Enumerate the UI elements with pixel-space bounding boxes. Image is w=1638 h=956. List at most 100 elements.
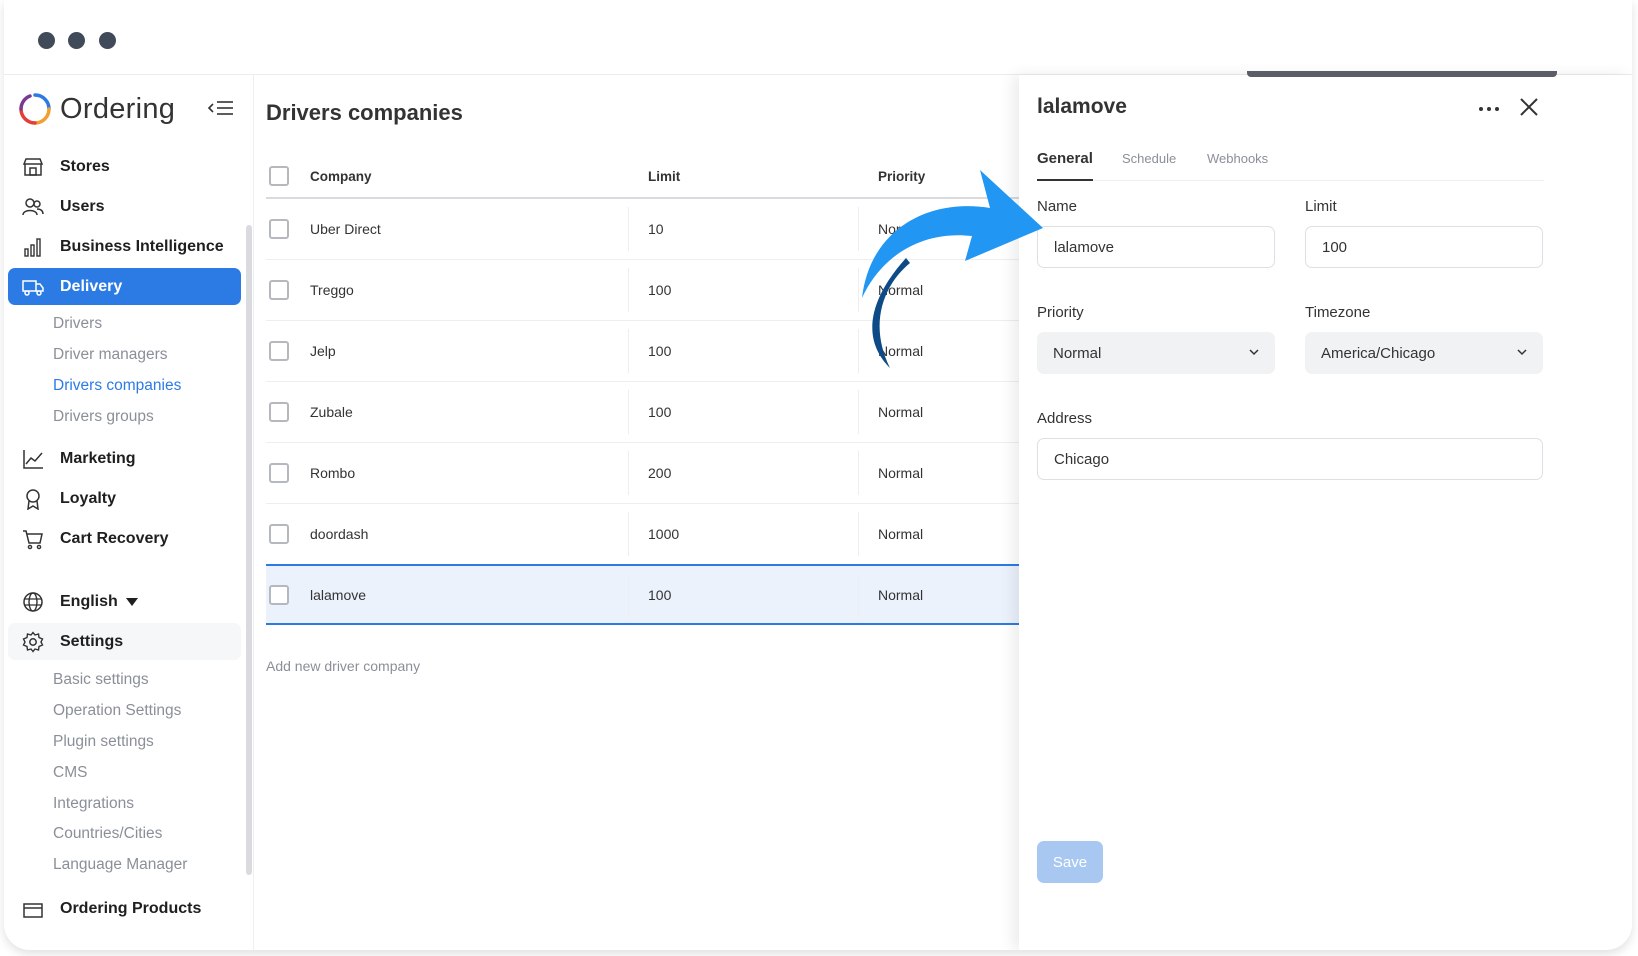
- ordering-logo-icon: [19, 93, 51, 125]
- store-icon: [22, 156, 44, 178]
- sidebar-subitem-drivers-companies[interactable]: Drivers companies: [53, 377, 181, 395]
- sidebar-item-label: Marketing: [60, 449, 136, 467]
- cart-icon: [22, 528, 44, 550]
- cell-company: Zubale: [310, 404, 353, 420]
- tab-general[interactable]: General: [1037, 150, 1093, 167]
- cell-company: doordash: [310, 526, 369, 542]
- cell-company: Jelp: [310, 343, 336, 359]
- column-divider: [858, 390, 859, 434]
- sidebar-subitem-integrations[interactable]: Integrations: [53, 795, 134, 813]
- language-selector[interactable]: English: [8, 583, 241, 620]
- sidebar-item-marketing[interactable]: Marketing: [8, 440, 241, 477]
- tab-webhooks[interactable]: Webhooks: [1207, 151, 1268, 166]
- column-divider: [858, 268, 859, 312]
- sidebar: Ordering Stores Users Business Intellige…: [4, 75, 254, 950]
- column-divider: [858, 512, 859, 556]
- save-button[interactable]: Save: [1037, 841, 1103, 883]
- cell-priority: Normal: [878, 404, 924, 420]
- limit-input[interactable]: 100: [1305, 226, 1543, 268]
- award-icon: [22, 488, 44, 510]
- column-header-company: Company: [310, 169, 372, 184]
- cell-limit: 1000: [648, 526, 680, 542]
- cell-priority: Normal: [878, 465, 924, 481]
- address-input[interactable]: Chicago: [1037, 438, 1543, 480]
- cell-limit: 100: [648, 343, 672, 359]
- gear-icon: [22, 630, 44, 653]
- sidebar-subitem-cms[interactable]: CMS: [53, 764, 87, 782]
- column-divider: [858, 207, 859, 251]
- app-window: Ordering Stores Users Business Intellige…: [4, 0, 1632, 950]
- table-row-selected[interactable]: lalamove 100 Normal: [266, 564, 1019, 625]
- row-checkbox[interactable]: [269, 524, 289, 544]
- cell-company: Uber Direct: [310, 221, 381, 237]
- sidebar-item-ordering-products[interactable]: Ordering Products: [8, 890, 241, 927]
- sidebar-subitem-drivers[interactable]: Drivers: [53, 315, 102, 333]
- sidebar-item-label: Users: [60, 197, 105, 215]
- active-tab-indicator: [1037, 179, 1093, 181]
- name-input[interactable]: lalamove: [1037, 226, 1275, 268]
- close-icon[interactable]: [1517, 95, 1541, 119]
- annotation-arrow-icon: [862, 170, 1043, 368]
- sidebar-item-delivery[interactable]: Delivery: [8, 268, 241, 305]
- select-all-checkbox[interactable]: [269, 166, 289, 186]
- chevron-down-icon: [1249, 349, 1259, 356]
- tab-schedule[interactable]: Schedule: [1122, 151, 1176, 166]
- box-icon: [22, 898, 44, 920]
- sidebar-subitem-language-manager[interactable]: Language Manager: [53, 856, 187, 874]
- users-icon: [22, 196, 44, 218]
- language-label: English: [60, 592, 118, 610]
- brand[interactable]: Ordering: [18, 89, 175, 129]
- more-options-icon[interactable]: [1477, 97, 1501, 121]
- column-divider: [628, 207, 629, 251]
- sidebar-subitem-plugin-settings[interactable]: Plugin settings: [53, 733, 154, 751]
- column-divider: [858, 574, 859, 618]
- column-header-limit: Limit: [648, 169, 681, 184]
- sidebar-subitem-drivers-groups[interactable]: Drivers groups: [53, 408, 154, 426]
- timezone-select[interactable]: America/Chicago: [1305, 332, 1543, 374]
- cell-limit: 10: [648, 221, 664, 237]
- sidebar-item-label: Cart Recovery: [60, 529, 169, 547]
- sidebar-subitem-basic-settings[interactable]: Basic settings: [53, 671, 149, 689]
- table-row[interactable]: doordash 1000 Normal: [266, 504, 1019, 565]
- add-driver-company-link[interactable]: Add new driver company: [266, 658, 420, 674]
- column-divider: [628, 390, 629, 434]
- sidebar-item-loyalty[interactable]: Loyalty: [8, 480, 241, 517]
- chevron-down-icon: [1517, 349, 1527, 356]
- row-checkbox[interactable]: [269, 280, 289, 300]
- drawer-top-handle: [1247, 71, 1557, 77]
- table-row[interactable]: Rombo 200 Normal: [266, 443, 1019, 504]
- sidebar-item-stores[interactable]: Stores: [8, 148, 241, 185]
- sidebar-item-label: Business Intelligence: [60, 237, 224, 255]
- sidebar-subitem-operation-settings[interactable]: Operation Settings: [53, 702, 181, 720]
- sidebar-item-settings[interactable]: Settings: [8, 623, 241, 660]
- column-divider: [628, 574, 629, 618]
- sidebar-item-label: Ordering Products: [60, 899, 202, 917]
- sidebar-item-cart-recovery[interactable]: Cart Recovery: [8, 520, 241, 557]
- window-maximize-dot[interactable]: [99, 32, 116, 49]
- sidebar-subitem-countries-cities[interactable]: Countries/Cities: [53, 825, 162, 843]
- column-divider: [628, 451, 629, 495]
- cell-priority: Normal: [878, 526, 924, 542]
- cell-limit: 100: [648, 404, 672, 420]
- sidebar-item-label: Loyalty: [60, 489, 117, 507]
- window-titlebar: [4, 0, 1632, 75]
- priority-select[interactable]: Normal: [1037, 332, 1275, 374]
- brand-name: Ordering: [60, 92, 176, 125]
- row-checkbox[interactable]: [269, 219, 289, 239]
- window-close-dot[interactable]: [38, 32, 55, 49]
- sidebar-subitem-driver-managers[interactable]: Driver managers: [53, 346, 168, 364]
- row-checkbox[interactable]: [269, 341, 289, 361]
- cell-company: Rombo: [310, 465, 356, 481]
- table-row[interactable]: Zubale 100 Normal: [266, 382, 1019, 443]
- collapse-sidebar-icon[interactable]: [206, 97, 236, 119]
- row-checkbox[interactable]: [269, 585, 289, 605]
- row-checkbox[interactable]: [269, 402, 289, 422]
- sidebar-item-label: Stores: [60, 157, 110, 175]
- sidebar-item-users[interactable]: Users: [8, 188, 241, 225]
- row-checkbox[interactable]: [269, 463, 289, 483]
- sidebar-scrollbar[interactable]: [246, 225, 252, 875]
- sidebar-item-business-intelligence[interactable]: Business Intelligence: [8, 228, 241, 265]
- bar-chart-icon: [22, 236, 44, 258]
- window-minimize-dot[interactable]: [68, 32, 85, 49]
- truck-icon: [22, 276, 44, 298]
